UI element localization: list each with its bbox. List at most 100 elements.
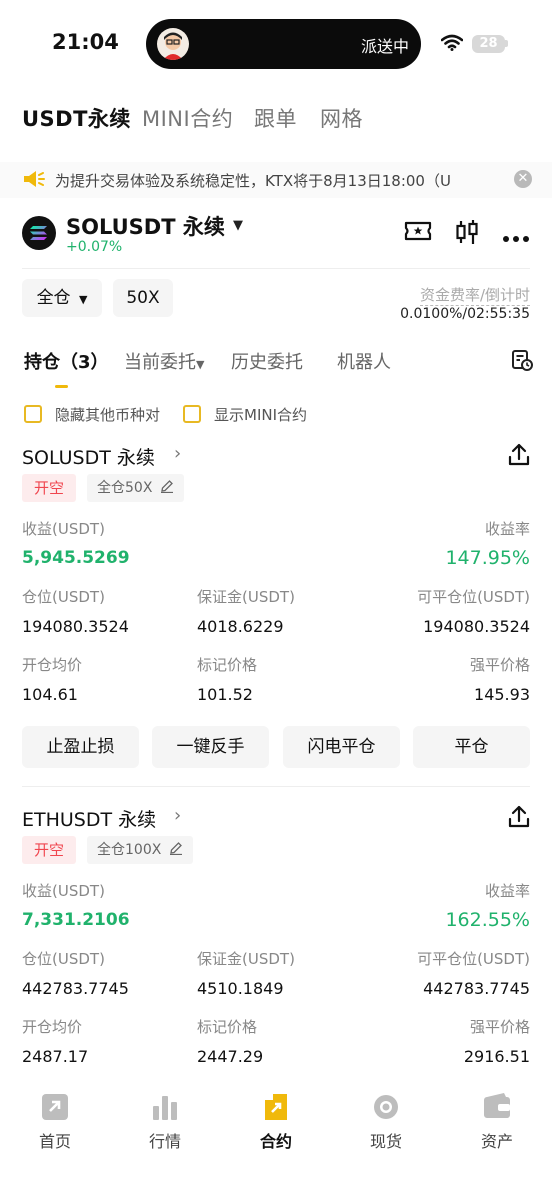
more-icon[interactable]	[502, 228, 530, 247]
nav-assets-label: 资产	[480, 1132, 513, 1151]
tab-order-history[interactable]: 历史委托	[231, 348, 303, 374]
dynamic-island[interactable]: 派送中	[146, 19, 421, 69]
notice-text: 为提升交易体验及系统稳定性，KTX将于8月13日18:00（U	[55, 172, 451, 190]
tab-mini-contract[interactable]: MINI合约	[142, 103, 233, 133]
sol-logo-icon	[22, 216, 56, 250]
battery-tip	[505, 40, 508, 47]
close-icon[interactable]: ✕	[514, 170, 532, 188]
tab-bots[interactable]: 机器人	[337, 348, 391, 374]
flash-close-button[interactable]: 闪电平仓	[283, 726, 400, 768]
chevron-down-icon[interactable]: ▼	[233, 218, 243, 233]
entry-label: 开仓均价	[22, 656, 83, 674]
closable-value: 442783.7745	[423, 979, 530, 998]
notice-bar[interactable]: 为提升交易体验及系统稳定性，KTX将于8月13日18:00（U ✕	[0, 162, 552, 198]
show-mini-label[interactable]: 显示MINI合约	[214, 404, 307, 425]
closable-label: 可平仓位(USDT)	[417, 588, 530, 606]
roe-label: 收益率	[484, 520, 530, 538]
status-time: 21:04	[52, 30, 119, 54]
island-status-text: 派送中	[360, 37, 409, 56]
margin-label: 保证金(USDT)	[197, 950, 295, 968]
margin-mode-badge[interactable]: 全仓100X	[87, 836, 193, 864]
history-record-icon[interactable]	[510, 348, 534, 376]
nav-home-label: 首页	[38, 1132, 71, 1151]
position-title[interactable]: SOLUSDT 永续	[22, 443, 155, 470]
liq-label: 强平价格	[469, 656, 530, 674]
mark-value: 2447.29	[197, 1047, 264, 1066]
closable-value: 194080.3524	[423, 617, 530, 636]
tab-positions[interactable]: 持仓（3）	[24, 348, 109, 374]
tpsl-button[interactable]: 止盈止损	[22, 726, 139, 768]
size-value: 442783.7745	[22, 979, 129, 998]
side-badge: 开空	[22, 474, 77, 502]
funding-rate-label[interactable]: 资金费率/倒计时	[419, 284, 530, 306]
size-label: 仓位(USDT)	[22, 950, 105, 968]
tab-grid[interactable]: 网格	[320, 103, 363, 133]
tab-active-indicator	[55, 385, 68, 388]
nav-spot[interactable]: 现货	[353, 1092, 419, 1152]
pnl-label: 收益(USDT)	[22, 520, 105, 538]
hide-other-label[interactable]: 隐藏其他币种对	[55, 404, 160, 425]
entry-value: 104.61	[22, 685, 78, 704]
wifi-icon	[440, 34, 464, 55]
nav-futures[interactable]: 合约	[243, 1092, 309, 1152]
share-icon[interactable]	[508, 805, 530, 833]
closable-label: 可平仓位(USDT)	[417, 950, 530, 968]
divider	[22, 786, 530, 787]
chevron-down-icon: ▼	[196, 358, 205, 371]
roe-value: 162.55%	[445, 909, 530, 931]
chevron-down-icon: ▼	[78, 293, 88, 306]
home-icon	[40, 1092, 70, 1122]
margin-value: 4510.1849	[197, 979, 284, 998]
tab-usdt-perpetual[interactable]: USDT永续	[22, 103, 131, 133]
hide-other-checkbox[interactable]	[24, 405, 42, 423]
mark-label: 标记价格	[197, 1018, 258, 1036]
liq-value: 145.93	[474, 685, 530, 704]
margin-label: 保证金(USDT)	[197, 588, 295, 606]
pnl-value: 7,331.2106	[22, 910, 130, 930]
nav-spot-label: 现货	[369, 1132, 402, 1151]
edit-icon	[166, 842, 183, 858]
chevron-right-icon[interactable]: ›	[174, 805, 181, 826]
margin-mode-badge-text: 全仓100X	[97, 842, 162, 858]
entry-value: 2487.17	[22, 1047, 89, 1066]
size-value: 194080.3524	[22, 617, 129, 636]
market-icon	[150, 1092, 180, 1122]
margin-mode-badge-text: 全仓50X	[97, 480, 153, 496]
liq-label: 强平价格	[469, 1018, 530, 1036]
pnl-value: 5,945.5269	[22, 548, 130, 568]
position-title[interactable]: ETHUSDT 永续	[22, 805, 156, 832]
entry-label: 开仓均价	[22, 1018, 83, 1036]
coupon-icon[interactable]	[403, 218, 433, 248]
tab-open-orders[interactable]: 当前委托▼	[124, 348, 204, 374]
funding-rate-value: 0.0100%/02:55:35	[400, 306, 530, 322]
margin-mode-badge[interactable]: 全仓50X	[87, 474, 184, 502]
symbol-title[interactable]: SOLUSDT 永续	[66, 211, 225, 241]
size-label: 仓位(USDT)	[22, 588, 105, 606]
candlestick-icon[interactable]	[455, 218, 479, 250]
chevron-right-icon[interactable]: ›	[174, 443, 181, 464]
futures-icon	[261, 1092, 291, 1122]
battery-indicator: 28	[472, 35, 505, 53]
mark-value: 101.52	[197, 685, 253, 704]
leverage-button[interactable]: 50X	[113, 279, 173, 317]
tab-copy-trading[interactable]: 跟单	[254, 103, 297, 133]
nav-assets[interactable]: 资产	[464, 1092, 530, 1152]
edit-icon	[157, 480, 174, 496]
margin-mode-select[interactable]: 全仓 ▼	[22, 279, 102, 317]
nav-market[interactable]: 行情	[132, 1092, 198, 1152]
megaphone-icon	[22, 169, 46, 193]
spot-icon	[371, 1092, 401, 1122]
close-position-button[interactable]: 平仓	[413, 726, 530, 768]
avatar	[157, 28, 189, 60]
divider	[22, 268, 530, 269]
side-badge: 开空	[22, 836, 77, 864]
show-mini-checkbox[interactable]	[183, 405, 201, 423]
share-icon[interactable]	[508, 443, 530, 471]
roe-label: 收益率	[484, 882, 530, 900]
wallet-icon	[482, 1092, 512, 1122]
margin-value: 4018.6229	[197, 617, 284, 636]
nav-home[interactable]: 首页	[22, 1092, 88, 1152]
roe-value: 147.95%	[445, 547, 530, 569]
reverse-button[interactable]: 一键反手	[152, 726, 269, 768]
pnl-label: 收益(USDT)	[22, 882, 105, 900]
